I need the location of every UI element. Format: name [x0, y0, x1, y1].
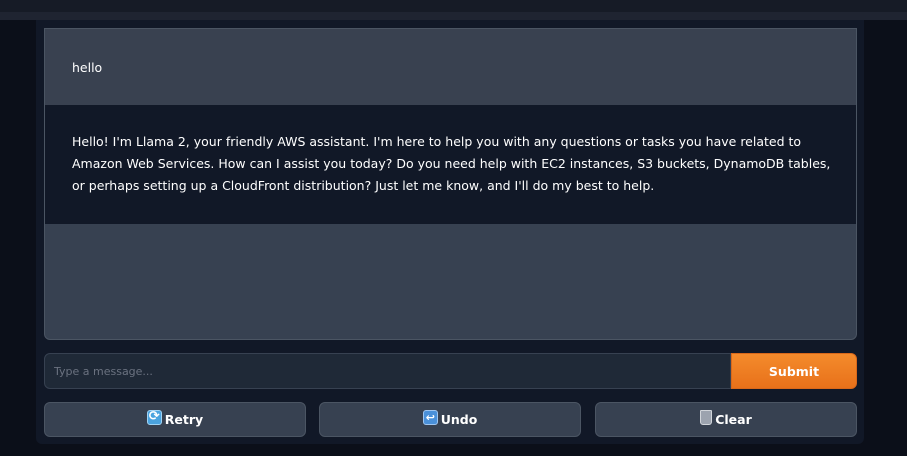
browser-top-strip: [0, 0, 907, 12]
message-input-row: Submit: [44, 353, 857, 389]
submit-button[interactable]: Submit: [731, 353, 857, 389]
message-input[interactable]: [44, 353, 731, 389]
undo-label: Undo: [440, 412, 478, 427]
undo-icon: [422, 410, 438, 425]
retry-button[interactable]: Retry: [44, 402, 306, 437]
bot-message: Hello! I'm Llama 2, your friendly AWS as…: [45, 105, 856, 224]
header-divider: [0, 12, 907, 20]
clear-label: Clear: [715, 412, 752, 427]
retry-label: Retry: [164, 412, 204, 427]
user-message-text: hello: [72, 60, 103, 75]
user-message: hello: [45, 29, 856, 105]
bot-message-text: Hello! I'm Llama 2, your friendly AWS as…: [72, 134, 831, 193]
trash-icon: [700, 410, 713, 425]
undo-button[interactable]: Undo: [319, 402, 581, 437]
clear-button[interactable]: Clear: [595, 402, 857, 437]
chat-history[interactable]: hello Hello! I'm Llama 2, your friendly …: [44, 28, 857, 340]
retry-icon: [146, 409, 162, 425]
